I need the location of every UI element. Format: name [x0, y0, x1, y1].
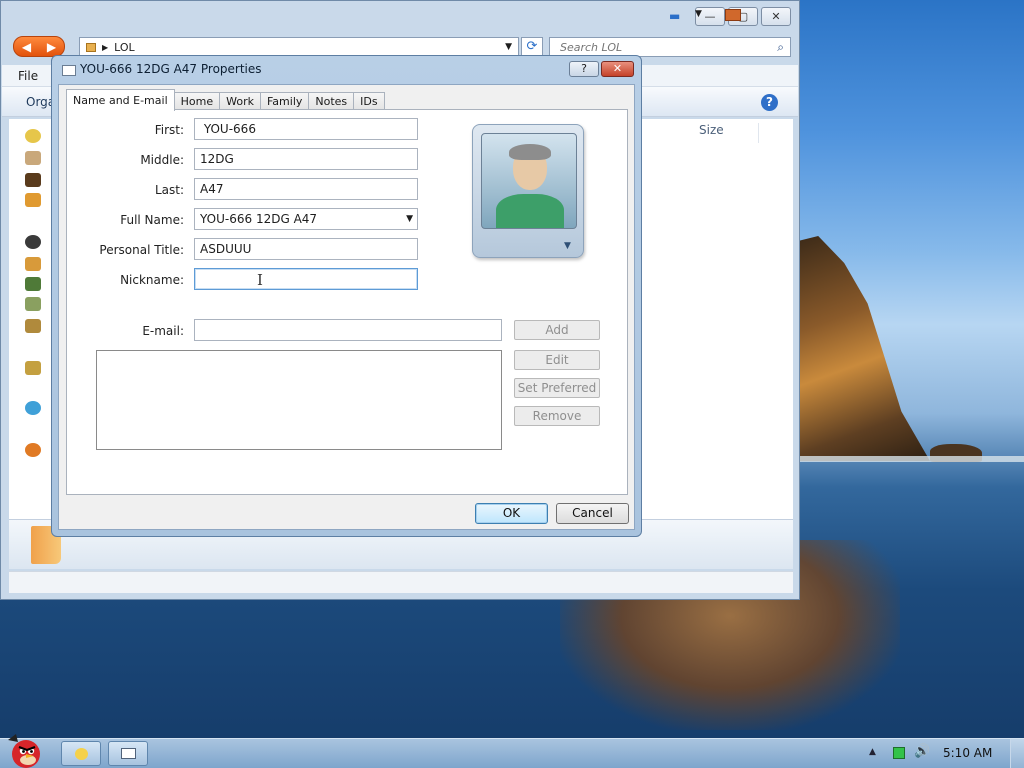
- tab-work[interactable]: Work: [219, 92, 261, 110]
- tab-name-and-email[interactable]: Name and E-mail: [66, 89, 175, 111]
- tab-ids[interactable]: IDs: [353, 92, 385, 110]
- avatar-body: [496, 194, 564, 228]
- last-name-field[interactable]: [194, 178, 418, 200]
- videos-nav-icon[interactable]: [25, 319, 41, 333]
- dialog-body: Name and E-mail Home Work Family Notes I…: [58, 84, 635, 530]
- back-arrow-icon[interactable]: ◀: [22, 40, 31, 54]
- view-icon[interactable]: ▬: [669, 9, 680, 23]
- status-bar: [9, 571, 793, 593]
- search-input[interactable]: [558, 39, 758, 55]
- ok-button[interactable]: OK: [475, 503, 548, 524]
- avatar-cap: [509, 144, 551, 160]
- full-name-value: YOU-666 12DG A47: [200, 212, 318, 226]
- contact-card-task-icon: [121, 748, 136, 759]
- personal-title-field[interactable]: [194, 238, 418, 260]
- personal-title-label: Personal Title:: [99, 243, 184, 257]
- refresh-button[interactable]: ⟳: [521, 37, 543, 57]
- contact-properties-dialog: YOU-666 12DG A47 Properties ? ✕ Name and…: [51, 55, 642, 537]
- search-icon[interactable]: ⌕: [777, 40, 784, 55]
- cancel-button[interactable]: Cancel: [556, 503, 629, 524]
- downloads-nav-icon[interactable]: [25, 173, 41, 187]
- explorer-task-icon: [75, 748, 88, 760]
- tab-home[interactable]: Home: [173, 92, 221, 110]
- address-bar[interactable]: ▶ LOL ▼: [79, 37, 519, 57]
- full-name-select[interactable]: YOU-666 12DG A47 ▼: [194, 208, 418, 230]
- favorites-star-icon[interactable]: [25, 129, 41, 143]
- nickname-label: Nickname:: [120, 273, 184, 287]
- volume-icon[interactable]: 🔊: [914, 744, 930, 759]
- view-dropdown-icon[interactable]: ▼: [695, 9, 702, 19]
- tab-panel-name-and-email: First: Middle: Last: Full Name: YOU-666 …: [66, 109, 628, 495]
- recent-nav-icon[interactable]: [25, 193, 41, 207]
- email-field[interactable]: [194, 319, 502, 341]
- text-cursor-icon: I: [257, 271, 263, 289]
- libraries-nav-icon[interactable]: [25, 235, 41, 249]
- set-preferred-button[interactable]: Set Preferred: [514, 378, 600, 398]
- wallpaper-rock: [800, 236, 930, 461]
- breadcrumb-arrow-icon: ▶: [102, 42, 109, 52]
- show-desktop-button[interactable]: [1010, 739, 1024, 768]
- preview-pane-icon[interactable]: [725, 9, 741, 21]
- computer-nav-icon[interactable]: [25, 401, 41, 415]
- nickname-field[interactable]: [194, 268, 418, 290]
- taskbar-clock[interactable]: 5:10 AM: [943, 746, 992, 760]
- pictures-nav-icon[interactable]: [25, 297, 41, 311]
- email-label: E-mail:: [142, 324, 184, 338]
- wallpaper-beach: [800, 456, 1024, 462]
- menu-file[interactable]: File: [18, 69, 38, 83]
- column-header-size[interactable]: Size: [689, 123, 759, 143]
- forward-arrow-icon[interactable]: ▶: [47, 40, 56, 54]
- documents-nav-icon[interactable]: [25, 257, 41, 271]
- network-nav-icon[interactable]: [25, 443, 41, 457]
- avatar: [481, 133, 577, 229]
- search-box: ⌕: [549, 37, 791, 57]
- middle-name-field[interactable]: [194, 148, 418, 170]
- homegroup-nav-icon[interactable]: [25, 361, 41, 375]
- explorer-caption-buttons: — ▢ ✕: [695, 7, 791, 26]
- contact-photo[interactable]: ▼: [472, 124, 584, 258]
- help-icon[interactable]: ?: [761, 94, 778, 111]
- first-name-label: First:: [154, 123, 184, 137]
- middle-name-label: Middle:: [140, 153, 184, 167]
- last-name-label: Last:: [154, 183, 184, 197]
- dialog-close-button[interactable]: ✕: [601, 61, 634, 77]
- address-path: LOL: [114, 40, 135, 54]
- desktop-nav-icon[interactable]: [25, 151, 41, 165]
- remove-email-button[interactable]: Remove: [514, 406, 600, 426]
- first-name-field[interactable]: [194, 118, 418, 140]
- address-dropdown-icon[interactable]: ▼: [505, 42, 512, 52]
- tab-family[interactable]: Family: [259, 92, 310, 110]
- start-button-bird-icon[interactable]: [4, 732, 44, 768]
- edit-email-button[interactable]: Edit: [514, 350, 600, 370]
- close-button[interactable]: ✕: [761, 7, 791, 26]
- full-name-label: Full Name:: [120, 213, 184, 227]
- music-nav-icon[interactable]: [25, 277, 41, 291]
- folder-small-icon: [86, 42, 96, 52]
- chevron-down-icon[interactable]: ▼: [406, 209, 413, 229]
- navigation-pane: [9, 119, 53, 519]
- contact-card-icon: [62, 65, 76, 76]
- show-hidden-icons-icon[interactable]: ▲: [869, 747, 876, 757]
- nav-arrows: ◀ ▶: [13, 36, 65, 57]
- email-address-list[interactable]: [96, 350, 502, 450]
- photo-dropdown-icon[interactable]: ▼: [564, 241, 571, 251]
- dialog-title: YOU-666 12DG A47 Properties: [80, 62, 262, 76]
- battery-icon[interactable]: [893, 747, 905, 759]
- tab-strip: Name and E-mail Home Work Family Notes I…: [66, 89, 385, 111]
- dialog-help-button[interactable]: ?: [569, 61, 599, 77]
- taskbar-explorer-button[interactable]: [61, 741, 101, 766]
- tab-notes[interactable]: Notes: [308, 92, 355, 110]
- taskbar-contacts-button[interactable]: [108, 741, 148, 766]
- add-email-button[interactable]: Add: [514, 320, 600, 340]
